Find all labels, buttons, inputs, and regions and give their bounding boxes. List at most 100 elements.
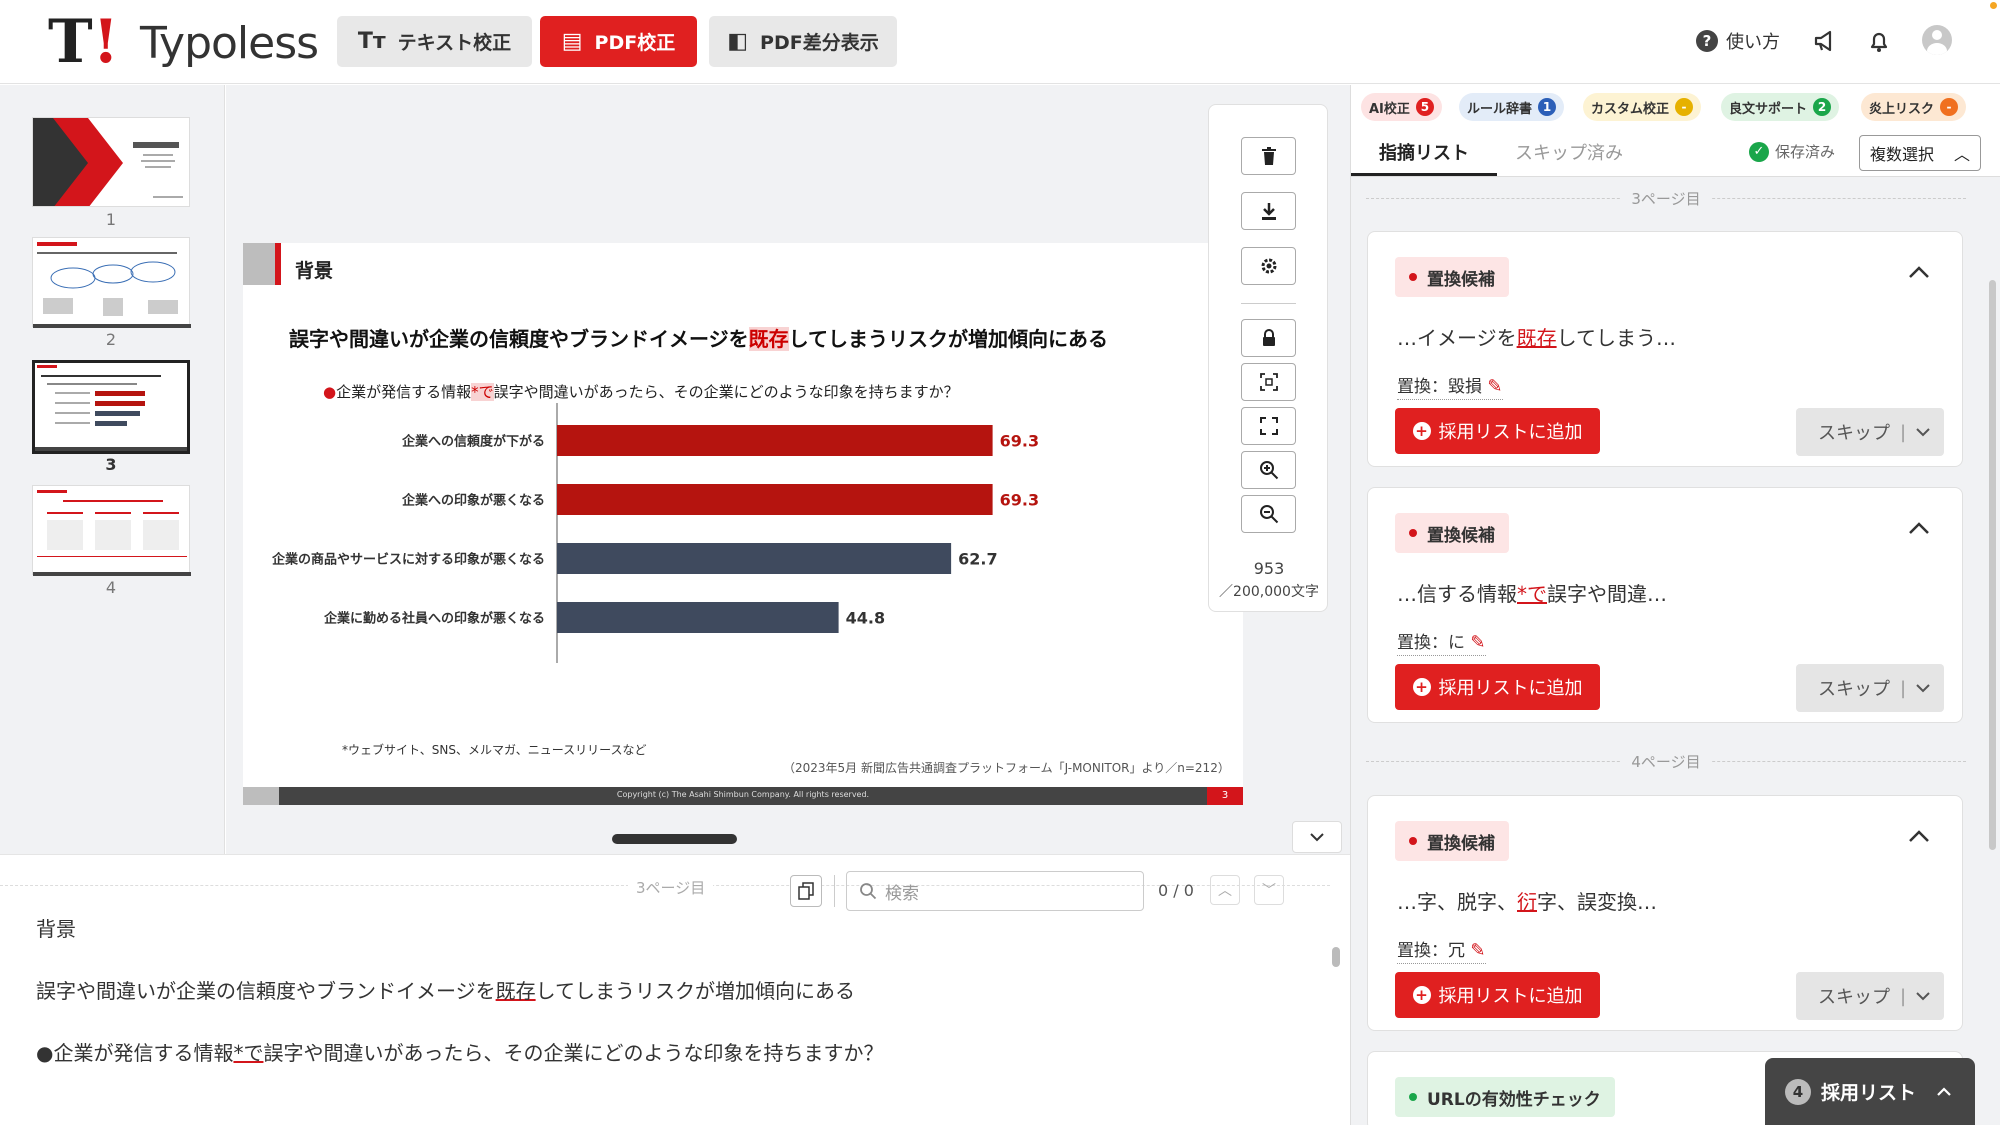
horizontal-scrollbar[interactable] bbox=[612, 834, 737, 844]
adopt-list-toggle[interactable]: 4 採用リスト bbox=[1765, 1058, 1975, 1125]
fit-width-icon bbox=[1259, 373, 1278, 391]
download-icon bbox=[1261, 203, 1276, 220]
tag-rule-dictionary[interactable]: ルール辞書 1 bbox=[1459, 93, 1565, 121]
add-to-adopt-list-button[interactable]: + 採用リストに追加 bbox=[1395, 972, 1600, 1018]
replacement-suggestion[interactable]: 置換：毀損 ✎ bbox=[1397, 372, 1503, 400]
tag-flame-risk[interactable]: 炎上リスク - bbox=[1861, 93, 1967, 121]
add-to-adopt-list-button[interactable]: + 採用リストに追加 bbox=[1395, 664, 1600, 710]
lock-button[interactable] bbox=[1241, 319, 1296, 357]
download-button[interactable] bbox=[1241, 192, 1296, 230]
fit-width-button[interactable] bbox=[1241, 363, 1296, 401]
add-to-adopt-list-button[interactable]: + 採用リストに追加 bbox=[1395, 408, 1600, 454]
multi-select-button[interactable]: 複数選択 ︿ bbox=[1859, 135, 1981, 171]
chevron-down-icon bbox=[1916, 683, 1930, 692]
text-line: 背景 bbox=[36, 917, 76, 941]
search-prev-button[interactable]: ︿ bbox=[1210, 875, 1240, 905]
zoom-out-button[interactable] bbox=[1241, 495, 1296, 533]
chart-value-label: 69.3 bbox=[1000, 491, 1039, 510]
help-link[interactable]: ? 使い方 bbox=[1696, 26, 1780, 56]
skip-button[interactable]: スキップ | bbox=[1796, 408, 1944, 456]
toolbar-divider bbox=[834, 875, 835, 907]
pencil-icon: ✎ bbox=[1470, 632, 1486, 653]
text-page-label: 3ページ目 bbox=[628, 877, 714, 898]
fullscreen-button[interactable] bbox=[1241, 407, 1296, 445]
search-next-button[interactable]: ﹀ bbox=[1254, 875, 1284, 905]
text-proofread-label: テキスト校正 bbox=[397, 32, 512, 54]
proofread-results-panel: AI校正 5 ルール辞書 1 カスタム校正 - 良文サポート 2 炎上リスク - 指摘リス… bbox=[1350, 85, 2000, 1125]
issue-card[interactable]: 置換候補 …信する情報*で誤字や間違… 置換：に ✎ + 採用リストに追加 スキッ… bbox=[1367, 487, 1963, 723]
thumbnail-1-graphic bbox=[33, 118, 183, 206]
text-proofread-tab[interactable]: Tт テキスト校正 bbox=[337, 16, 532, 67]
thumbnail-number: 1 bbox=[105, 210, 117, 229]
pdf-proofread-tab[interactable]: ▤ PDF校正 bbox=[540, 16, 697, 67]
tab-skipped[interactable]: スキップ済み bbox=[1515, 139, 1623, 165]
pdf-diff-label: PDF差分表示 bbox=[760, 32, 879, 54]
copy-text-button[interactable] bbox=[790, 875, 822, 907]
toolbar-divider bbox=[1241, 303, 1296, 304]
bar-chart: 企業への信頼度が下がる 69.3 企業への印象が悪くなる 69.3 企業の商品やサービス… bbox=[271, 403, 1039, 663]
char-limit: ／200,000文字 bbox=[1219, 584, 1319, 600]
replacement-suggestion[interactable]: 置換：冗 ✎ bbox=[1397, 936, 1486, 964]
lock-icon bbox=[1262, 329, 1275, 346]
checkmark-icon: ✓ bbox=[1749, 141, 1769, 162]
slide-page-number: 3 bbox=[1207, 787, 1243, 805]
replacement-suggestion[interactable]: 置換：に ✎ bbox=[1397, 628, 1486, 656]
chevron-up-icon bbox=[1909, 266, 1929, 278]
category-tag-row: AI校正 5 ルール辞書 1 カスタム校正 - 良文サポート 2 炎上リスク - bbox=[1351, 85, 2000, 127]
chart-bar bbox=[557, 425, 993, 456]
collapse-card-button[interactable] bbox=[1908, 516, 1930, 541]
tag-good-writing-support[interactable]: 良文サポート 2 bbox=[1721, 93, 1840, 121]
zoom-in-button[interactable] bbox=[1241, 451, 1296, 489]
collapse-canvas-button[interactable] bbox=[1292, 821, 1342, 853]
issue-card[interactable]: 置換候補 …イメージを既存してしまう… 置換：毀損 ✎ + 採用リストに追加 スキ… bbox=[1367, 231, 1963, 467]
plus-icon: + bbox=[1412, 986, 1431, 1004]
chart-bar bbox=[557, 602, 839, 633]
thumbnail-page-3[interactable] bbox=[32, 360, 190, 454]
tag-custom-proofread[interactable]: カスタム校正 - bbox=[1583, 93, 1702, 121]
chart-category-label: 企業への信頼度が下がる bbox=[401, 434, 545, 450]
thumbnail-page-4[interactable] bbox=[32, 485, 191, 576]
collapse-card-button[interactable] bbox=[1908, 260, 1930, 285]
collapse-card-button[interactable] bbox=[1908, 824, 1930, 849]
skip-button[interactable]: スキップ | bbox=[1796, 972, 1944, 1020]
settings-button[interactable] bbox=[1241, 247, 1296, 285]
issue-snippet: …信する情報*で誤字や間違… bbox=[1397, 582, 1667, 606]
gear-icon bbox=[1261, 258, 1276, 274]
thumbnail-page-2[interactable] bbox=[32, 237, 191, 328]
text-line: ●企業が発信する情報*で誤字や間違いがあったら、その企業にどのような印象を持ちま… bbox=[36, 1041, 884, 1065]
pdf-diff-tab[interactable]: ◧ PDF差分表示 bbox=[709, 16, 897, 67]
error-underline[interactable]: *で bbox=[233, 1041, 263, 1065]
search-icon bbox=[860, 883, 877, 900]
chart-category-label: 企業に勤める社員への印象が悪くなる bbox=[323, 611, 545, 627]
thumbnail-4-graphic bbox=[33, 490, 191, 576]
user-avatar[interactable] bbox=[1922, 25, 1952, 55]
results-scrollbar[interactable] bbox=[1989, 280, 1996, 850]
typoless-logo-mark[interactable]: T! bbox=[48, 12, 119, 72]
page-divider: 4ページ目 bbox=[1366, 751, 1966, 771]
issue-card[interactable]: 置換候補 …字、脱字、衍字、誤変換… 置換：冗 ✎ + 採用リストに追加 スキップ… bbox=[1367, 795, 1963, 1031]
error-highlight[interactable]: *で bbox=[471, 383, 494, 401]
issue-snippet: …イメージを既存してしまう… bbox=[1397, 326, 1677, 350]
announcement-megaphone-icon[interactable] bbox=[1812, 28, 1838, 58]
text-scrollbar[interactable] bbox=[1332, 947, 1340, 967]
notification-bell-icon[interactable] bbox=[1866, 28, 1892, 58]
issue-type-badge: 置換候補 bbox=[1395, 513, 1509, 553]
tab-issue-list[interactable]: 指摘リスト bbox=[1379, 139, 1469, 165]
chevron-down-icon bbox=[1310, 833, 1324, 842]
skip-button[interactable]: スキップ | bbox=[1796, 664, 1944, 712]
chevron-up-icon bbox=[1909, 522, 1929, 534]
adopt-count-badge: 4 bbox=[1785, 1078, 1811, 1105]
copy-icon bbox=[798, 882, 814, 900]
search-result-count: 0 / 0 bbox=[1158, 881, 1194, 900]
slide-headline: 誤字や間違いが企業の信頼度やブランドイメージを既存してしまうリスクが増加傾向にあ… bbox=[289, 327, 1109, 351]
pencil-icon: ✎ bbox=[1470, 940, 1486, 961]
delete-button[interactable] bbox=[1241, 137, 1296, 175]
thumbnail-page-1[interactable] bbox=[32, 117, 190, 207]
error-highlight[interactable]: 既存 bbox=[748, 327, 789, 351]
tag-ai-proofread[interactable]: AI校正 5 bbox=[1361, 93, 1442, 121]
chevron-down-icon bbox=[1916, 991, 1930, 1000]
app-header: T! Typoless Tт テキスト校正 ▤ PDF校正 ◧ PDF差分表示 … bbox=[0, 0, 2000, 84]
text-search-input[interactable]: 検索 bbox=[846, 871, 1144, 911]
error-underline[interactable]: 既存 bbox=[496, 979, 536, 1003]
thumbnail-number: 4 bbox=[105, 578, 117, 597]
